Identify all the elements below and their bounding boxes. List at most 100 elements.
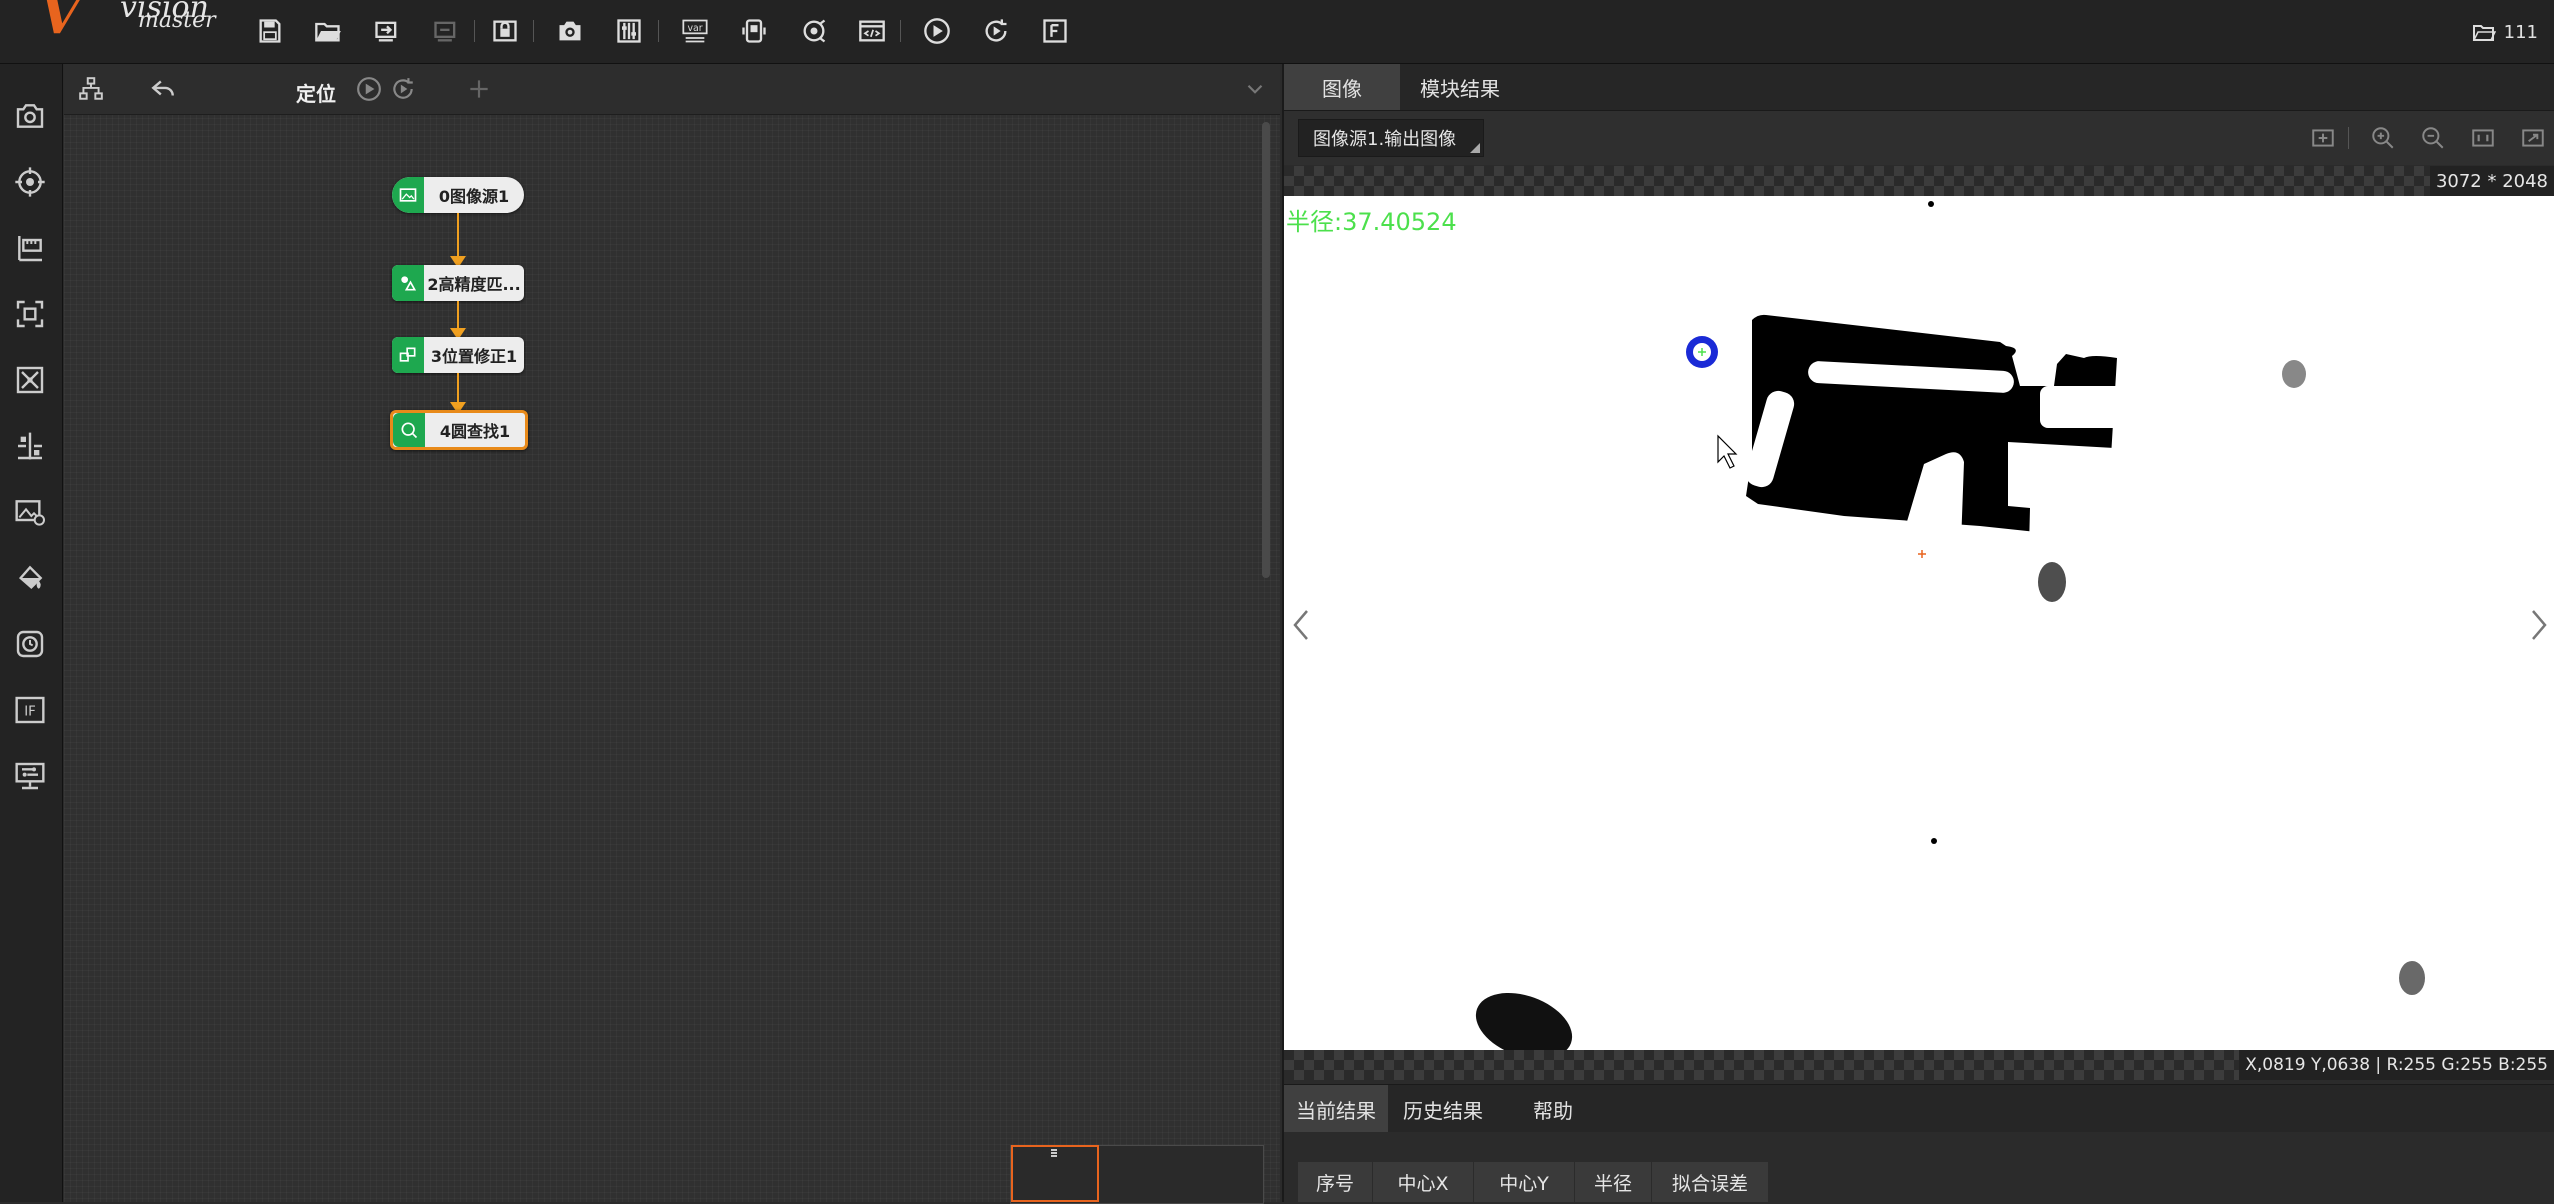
circle-notch: [1717, 624, 1741, 648]
actual-size-icon[interactable]: [2468, 123, 2498, 153]
communication-tool-icon[interactable]: [10, 756, 50, 796]
open-folder-icon[interactable]: [311, 14, 345, 48]
position-fix-icon: [392, 337, 424, 373]
tab-help[interactable]: 帮助: [1498, 1085, 1608, 1133]
column-header-fit-error[interactable]: 拟合误差: [1652, 1162, 1769, 1202]
tab-history-result[interactable]: 历史结果: [1388, 1085, 1498, 1133]
defect-icon[interactable]: [10, 624, 50, 664]
app-logo: V vision master: [40, 0, 216, 46]
image-tabs: 图像 模块结果: [1284, 64, 2554, 111]
column-header-radius[interactable]: 半径: [1575, 1162, 1652, 1202]
circle-find-icon: [393, 413, 425, 447]
flow-node-position-fix[interactable]: 3位置修正1: [392, 337, 524, 373]
flow-node-label: 2高精度匹...: [427, 275, 521, 294]
folder-icon: [2472, 25, 2496, 41]
result-tabs: 当前结果 历史结果 帮助: [1284, 1084, 2554, 1133]
column-header-center-y[interactable]: 中心Y: [1474, 1162, 1575, 1202]
top-toolbar: V vision master var 111: [0, 0, 2554, 64]
minimap-nodes-icon: [1051, 1149, 1057, 1157]
logic-if-icon[interactable]: IF: [10, 690, 50, 730]
flow-scrollbar[interactable]: [1262, 122, 1270, 578]
recognize-icon[interactable]: [10, 294, 50, 334]
fit-window-icon[interactable]: [2308, 123, 2338, 153]
fullscreen-icon[interactable]: [2518, 123, 2548, 153]
tab-current-result[interactable]: 当前结果: [1284, 1085, 1388, 1133]
image-border-bottom: X,0819 Y,0638 | R:255 G:255 B:255: [1284, 1050, 2554, 1080]
flow-canvas[interactable]: [64, 64, 1280, 1202]
radius-overlay-text: 半径:37.40524: [1286, 208, 1457, 236]
measure-icon[interactable]: [10, 228, 50, 268]
image-toolbar: 图像源1.输出图像: [1284, 111, 2554, 165]
toolbar-separator: [2348, 127, 2349, 149]
camera-icon[interactable]: [553, 14, 587, 48]
processed-image: [1475, 201, 2425, 1050]
blob: [1475, 993, 1573, 1050]
blob: [2282, 360, 2306, 388]
minimap-viewport[interactable]: [1011, 1145, 1099, 1202]
back-arrow-icon[interactable]: [148, 74, 178, 104]
flow-node-label: 4圆查找1: [439, 422, 511, 441]
variable-icon[interactable]: var: [678, 14, 712, 48]
flow-node-image-source[interactable]: 0图像源1: [392, 177, 524, 213]
chevron-down-icon[interactable]: [1240, 74, 1270, 104]
dot: [1931, 838, 1937, 844]
align-icon[interactable]: [10, 426, 50, 466]
toolbar-separator: [658, 20, 659, 42]
calibrate-icon[interactable]: [10, 360, 50, 400]
image-source-value: 图像源1.输出图像: [1313, 129, 1457, 150]
image-source-select[interactable]: 图像源1.输出图像: [1298, 119, 1484, 157]
zoom-out-icon[interactable]: [2418, 123, 2448, 153]
save-as-icon[interactable]: [370, 14, 404, 48]
match-icon: [392, 265, 424, 301]
next-image-icon[interactable]: [2524, 600, 2554, 650]
big-circle-hole: [1724, 516, 1844, 636]
image-process-icon[interactable]: [10, 492, 50, 532]
communication-icon[interactable]: [797, 14, 831, 48]
color-process-icon[interactable]: [10, 558, 50, 598]
pixel-info-readout: X,0819 Y,0638 | R:255 G:255 B:255: [2239, 1050, 2554, 1080]
lock-icon[interactable]: [488, 14, 522, 48]
mouse-cursor-icon: [1717, 434, 1738, 469]
locate-icon[interactable]: [10, 162, 50, 202]
blob: [2399, 961, 2425, 995]
zoom-in-icon[interactable]: [2368, 123, 2398, 153]
run-once-icon[interactable]: [920, 14, 954, 48]
flow-run-once-icon[interactable]: [354, 74, 384, 104]
flow-run-continuous-icon[interactable]: [388, 74, 418, 104]
run-continuous-icon[interactable]: [979, 14, 1013, 48]
image-size-label: 3072 * 2048: [2429, 166, 2554, 196]
prev-image-icon[interactable]: [1286, 600, 1316, 650]
flow-header: 定位: [64, 64, 1280, 115]
svg-text:IF: IF: [24, 704, 36, 719]
flow-node-circle-find[interactable]: 4圆查找1: [390, 410, 528, 450]
flow-connector: [457, 213, 459, 262]
toolbar-separator: [900, 20, 901, 42]
logo-text-master: master: [138, 8, 216, 33]
svg-text:var: var: [687, 23, 702, 34]
image-source-icon: [392, 177, 424, 213]
add-flow-icon[interactable]: [464, 74, 494, 104]
column-header-index[interactable]: 序号: [1298, 1162, 1373, 1202]
tab-module-results[interactable]: 模块结果: [1400, 64, 1520, 110]
solution-indicator[interactable]: 111: [2472, 16, 2538, 48]
blob: [2038, 562, 2066, 602]
export-icon[interactable]: [429, 14, 463, 48]
device-icon[interactable]: [737, 14, 771, 48]
script-icon[interactable]: [855, 14, 889, 48]
image-capture-icon[interactable]: [10, 96, 50, 136]
dropdown-corner-icon: [1470, 143, 1480, 153]
table-header-row: 序号 中心X 中心Y 半径 拟合误差: [1298, 1162, 1769, 1202]
save-icon[interactable]: [253, 14, 287, 48]
flow-node-label: 3位置修正1: [430, 347, 518, 366]
flow-tree-icon[interactable]: [76, 74, 106, 104]
tab-image[interactable]: 图像: [1284, 64, 1400, 110]
function-icon[interactable]: [1038, 14, 1072, 48]
flow-node-match[interactable]: 2高精度匹...: [392, 265, 524, 301]
flow-title: 定位: [296, 82, 336, 106]
image-viewport[interactable]: [1284, 196, 2554, 1050]
column-header-center-x[interactable]: 中心X: [1373, 1162, 1474, 1202]
dot: [1928, 201, 1934, 207]
controller-icon[interactable]: [612, 14, 646, 48]
logo-letter: V: [40, 0, 81, 46]
solution-count: 111: [2503, 21, 2538, 43]
